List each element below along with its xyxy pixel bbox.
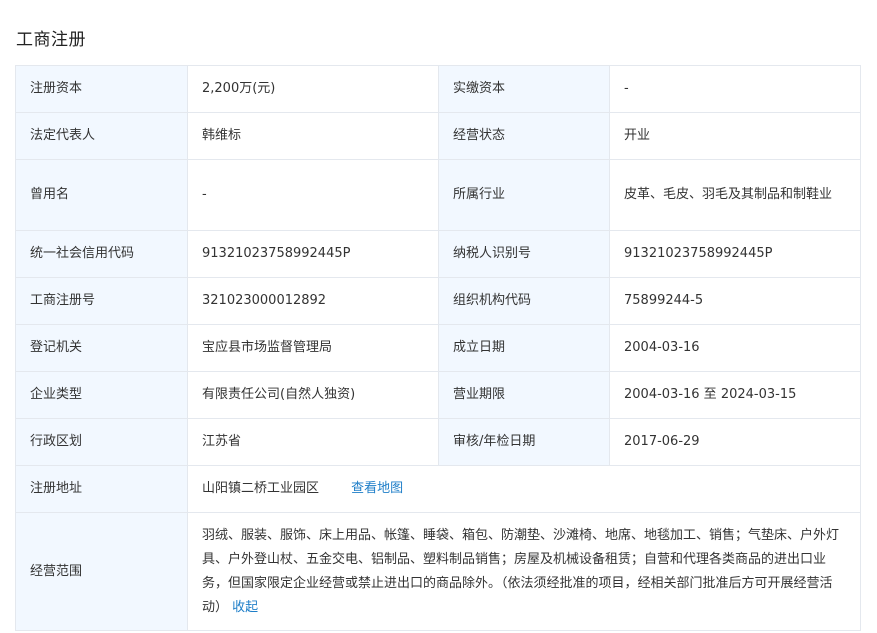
establishment-date-label: 成立日期: [438, 324, 610, 372]
registration-authority-value: 宝应县市场监督管理局: [187, 324, 439, 372]
table-row: 行政区划 江苏省 审核/年检日期 2017-06-29: [15, 418, 861, 466]
enterprise-type-label: 企业类型: [15, 371, 188, 419]
inspection-date-value: 2017-06-29: [609, 418, 861, 466]
registered-address-value: 山阳镇二桥工业园区: [202, 481, 320, 496]
former-name-value: -: [187, 159, 439, 231]
business-scope-text: 羽绒、服装、服饰、床上用品、帐篷、睡袋、箱包、防潮垫、沙滩椅、地席、地毯加工、销…: [202, 527, 840, 615]
business-status-value: 开业: [609, 112, 861, 160]
table-row: 法定代表人 韩维标 经营状态 开业: [15, 112, 861, 160]
table-row: 企业类型 有限责任公司(自然人独资) 营业期限 2004-03-16 至 202…: [15, 371, 861, 419]
business-scope-cell: 羽绒、服装、服饰、床上用品、帐篷、睡袋、箱包、防潮垫、沙滩椅、地席、地毯加工、销…: [187, 512, 861, 631]
legal-representative-label: 法定代表人: [15, 112, 188, 160]
registration-info-table: 注册资本 2,200万(元) 实缴资本 - 法定代表人 韩维标 经营状态 开业 …: [15, 65, 861, 631]
taxpayer-id-label: 纳税人识别号: [438, 230, 610, 278]
table-row: 工商注册号 321023000012892 组织机构代码 75899244-5: [15, 277, 861, 325]
section-title: 工商注册: [16, 30, 86, 50]
registered-capital-value: 2,200万(元): [187, 65, 439, 113]
view-map-link[interactable]: 查看地图: [351, 481, 403, 496]
administrative-division-value: 江苏省: [187, 418, 439, 466]
industry-value: 皮革、毛皮、羽毛及其制品和制鞋业: [609, 159, 861, 231]
business-term-label: 营业期限: [438, 371, 610, 419]
organization-code-value: 75899244-5: [609, 277, 861, 325]
registration-number-value: 321023000012892: [187, 277, 439, 325]
organization-code-label: 组织机构代码: [438, 277, 610, 325]
business-registration-panel: 工商注册 注册资本 2,200万(元) 实缴资本 - 法定代表人 韩维标 经营状…: [0, 0, 877, 633]
registered-address-label: 注册地址: [15, 465, 188, 513]
business-status-label: 经营状态: [438, 112, 610, 160]
registration-authority-label: 登记机关: [15, 324, 188, 372]
table-row: 经营范围 羽绒、服装、服饰、床上用品、帐篷、睡袋、箱包、防潮垫、沙滩椅、地席、地…: [15, 512, 861, 631]
taxpayer-id-value: 91321023758992445P: [609, 230, 861, 278]
registered-address-cell: 山阳镇二桥工业园区 查看地图: [187, 465, 861, 513]
enterprise-type-value: 有限责任公司(自然人独资): [187, 371, 439, 419]
table-row: 注册地址 山阳镇二桥工业园区 查看地图: [15, 465, 861, 513]
registration-number-label: 工商注册号: [15, 277, 188, 325]
industry-label: 所属行业: [438, 159, 610, 231]
table-row: 曾用名 - 所属行业 皮革、毛皮、羽毛及其制品和制鞋业: [15, 159, 861, 231]
paid-in-capital-label: 实缴资本: [438, 65, 610, 113]
inspection-date-label: 审核/年检日期: [438, 418, 610, 466]
business-term-value: 2004-03-16 至 2024-03-15: [609, 371, 861, 419]
credit-code-value: 91321023758992445P: [187, 230, 439, 278]
table-row: 统一社会信用代码 91321023758992445P 纳税人识别号 91321…: [15, 230, 861, 278]
registered-capital-label: 注册资本: [15, 65, 188, 113]
credit-code-label: 统一社会信用代码: [15, 230, 188, 278]
collapse-link[interactable]: 收起: [232, 600, 258, 615]
table-row: 注册资本 2,200万(元) 实缴资本 -: [15, 65, 861, 113]
business-scope-label: 经营范围: [15, 512, 188, 631]
legal-representative-value: 韩维标: [187, 112, 439, 160]
former-name-label: 曾用名: [15, 159, 188, 231]
paid-in-capital-value: -: [609, 65, 861, 113]
establishment-date-value: 2004-03-16: [609, 324, 861, 372]
administrative-division-label: 行政区划: [15, 418, 188, 466]
table-row: 登记机关 宝应县市场监督管理局 成立日期 2004-03-16: [15, 324, 861, 372]
